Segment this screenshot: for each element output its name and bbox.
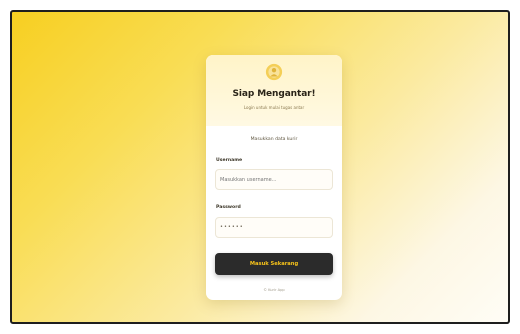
login-card: Siap Mengantar! Login untuk mulai tugas … xyxy=(206,55,342,300)
password-label: Password xyxy=(216,205,241,210)
form-instruction: Masukkan data kurir xyxy=(250,137,298,142)
password-field[interactable]: •••••• xyxy=(215,217,333,238)
login-button[interactable]: Masuk Sekarang xyxy=(215,253,333,275)
page-title: Siap Mengantar! xyxy=(232,89,316,99)
page-subtitle: Login untuk mulai tugas antar xyxy=(243,105,305,110)
app-viewport: Siap Mengantar! Login untuk mulai tugas … xyxy=(10,10,510,324)
courier-badge-icon xyxy=(265,63,283,81)
footer-text: © Kurir App xyxy=(263,288,285,292)
username-label: Username xyxy=(216,158,243,163)
username-field[interactable] xyxy=(215,169,333,190)
login-card-header: Siap Mengantar! Login untuk mulai tugas … xyxy=(206,55,342,126)
